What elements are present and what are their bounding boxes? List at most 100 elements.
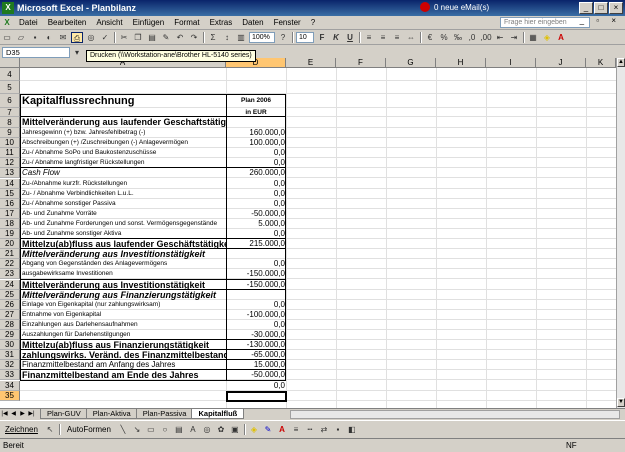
line-color-icon[interactable]: ✎ <box>262 424 274 435</box>
row-header[interactable]: 17 <box>0 208 20 219</box>
currency-icon[interactable]: € <box>424 32 436 43</box>
align-left-icon[interactable]: ≡ <box>363 32 375 43</box>
worksheet-grid[interactable]: 4 5 6 Kapitalflussrechnung Plan 2006 7 in EUR 8… <box>0 68 616 408</box>
increase-indent-icon[interactable]: ⇥ <box>508 32 520 43</box>
line-style-icon[interactable]: ≡ <box>290 424 302 435</box>
help-search-input[interactable]: Frage hier eingeben <box>500 17 590 28</box>
row-header[interactable]: 21 <box>0 249 20 260</box>
oval-icon[interactable]: ○ <box>159 424 171 435</box>
mail-notification[interactable]: 0 neue eMail(s) <box>420 2 489 12</box>
sheet-tab-kapitalfluss[interactable]: Kapitalfluß <box>191 409 245 419</box>
chart-wizard-icon[interactable]: ▥ <box>235 32 247 43</box>
font-color-icon[interactable]: A <box>555 32 567 43</box>
3d-icon[interactable]: ◧ <box>346 424 358 435</box>
row-header[interactable]: 7 <box>0 108 20 117</box>
row-header[interactable]: 25 <box>0 289 20 300</box>
permission-icon[interactable]: ◐ <box>43 32 55 43</box>
name-box-dropdown-icon[interactable]: ▾ <box>71 47 83 58</box>
last-sheet-icon[interactable]: ▶| <box>27 410 36 419</box>
row-header[interactable]: 28 <box>0 319 20 330</box>
autoshapes-menu[interactable]: AutoFormen <box>62 425 116 434</box>
maximize-button[interactable]: □ <box>594 2 608 14</box>
dash-style-icon[interactable]: ┅ <box>304 424 316 435</box>
menu-daten[interactable]: Daten <box>237 18 268 27</box>
row-header[interactable]: 8 <box>0 117 20 128</box>
align-right-icon[interactable]: ≡ <box>391 32 403 43</box>
spellcheck-icon[interactable]: ✓ <box>99 32 111 43</box>
workbook-window-controls[interactable]: _ ▫ × <box>580 16 621 25</box>
prev-sheet-icon[interactable]: ◀ <box>9 410 18 419</box>
column-header-f[interactable]: F <box>336 58 386 68</box>
vertical-scrollbar[interactable]: ▲ ▼ <box>616 58 625 408</box>
clipart-icon[interactable]: ✿ <box>215 424 227 435</box>
borders-icon[interactable]: ▦ <box>527 32 539 43</box>
new-icon[interactable]: ▭ <box>1 32 13 43</box>
menu-datei[interactable]: Datei <box>14 18 43 27</box>
decrease-decimal-icon[interactable]: ,00 <box>480 32 492 43</box>
row-header[interactable]: 27 <box>0 309 20 320</box>
menu-fenster[interactable]: Fenster <box>269 18 306 27</box>
merge-center-icon[interactable]: ⇔ <box>405 32 417 43</box>
fill-color-icon[interactable]: ◈ <box>248 424 260 435</box>
scroll-down-arrow[interactable]: ▼ <box>617 398 625 407</box>
workbook-icon[interactable]: X <box>1 17 13 28</box>
row-header[interactable]: 29 <box>0 330 20 341</box>
print-icon[interactable]: ⎙ <box>71 32 83 43</box>
menu-help[interactable]: ? <box>306 18 320 27</box>
column-header-e[interactable]: E <box>286 58 336 68</box>
row-header[interactable]: 9 <box>0 128 20 139</box>
arrow-icon[interactable]: ↘ <box>131 424 143 435</box>
row-header[interactable]: 30 <box>0 340 20 351</box>
row-header[interactable]: 16 <box>0 198 20 209</box>
name-box[interactable]: D35 <box>2 46 70 58</box>
percent-icon[interactable]: % <box>438 32 450 43</box>
menu-ansicht[interactable]: Ansicht <box>91 18 127 27</box>
increase-decimal-icon[interactable]: ,0 <box>466 32 478 43</box>
row-header[interactable]: 23 <box>0 269 20 280</box>
minimize-button[interactable]: _ <box>579 2 593 14</box>
row-header[interactable]: 31 <box>0 350 20 361</box>
row-header[interactable]: 22 <box>0 259 20 270</box>
cut-icon[interactable]: ✂ <box>118 32 130 43</box>
row-header[interactable]: 5 <box>0 81 20 94</box>
font-color-icon[interactable]: A <box>276 424 288 435</box>
row-header[interactable]: 26 <box>0 299 20 310</box>
horizontal-scrollbar[interactable] <box>290 410 620 419</box>
cell-d[interactable]: 0,0 <box>227 381 285 391</box>
picture-icon[interactable]: ▣ <box>229 424 241 435</box>
paste-icon[interactable]: ▤ <box>146 32 158 43</box>
thousands-icon[interactable]: ‰ <box>452 32 464 43</box>
print-preview-icon[interactable]: ◎ <box>85 32 97 43</box>
open-icon[interactable]: ▱ <box>15 32 27 43</box>
font-size-dropdown[interactable]: 10 <box>296 32 314 43</box>
sheet-tab-plan-aktiva[interactable]: Plan-Aktiva <box>85 409 138 419</box>
row-header[interactable]: 11 <box>0 148 20 159</box>
decrease-indent-icon[interactable]: ⇤ <box>494 32 506 43</box>
underline-button[interactable]: U <box>344 32 356 43</box>
save-icon[interactable]: ▪ <box>29 32 41 43</box>
menu-extras[interactable]: Extras <box>205 18 238 27</box>
active-cell-selection[interactable] <box>226 390 287 402</box>
rectangle-icon[interactable]: ▭ <box>145 424 157 435</box>
row-header[interactable]: 4 <box>0 68 20 81</box>
next-sheet-icon[interactable]: ▶ <box>18 410 27 419</box>
bold-button[interactable]: F <box>316 32 328 43</box>
help-icon[interactable]: ? <box>277 32 289 43</box>
row-header[interactable]: 34 <box>0 380 20 391</box>
copy-icon[interactable]: ❐ <box>132 32 144 43</box>
wordart-icon[interactable]: A <box>187 424 199 435</box>
sort-icon[interactable]: ↕ <box>221 32 233 43</box>
close-button[interactable]: × <box>609 2 623 14</box>
sheet-tab-plan-passiva[interactable]: Plan-Passiva <box>135 409 194 419</box>
menu-bearbeiten[interactable]: Bearbeiten <box>43 18 92 27</box>
column-header-k[interactable]: K <box>586 58 616 68</box>
menu-format[interactable]: Format <box>169 18 204 27</box>
column-header-j[interactable]: J <box>536 58 586 68</box>
row-header[interactable]: 20 <box>0 239 20 250</box>
column-header-g[interactable]: G <box>386 58 436 68</box>
select-all-corner[interactable] <box>0 58 20 68</box>
format-painter-icon[interactable]: ✎ <box>160 32 172 43</box>
select-objects-icon[interactable]: ↖ <box>44 424 56 435</box>
row-header[interactable]: 19 <box>0 229 20 240</box>
row-header[interactable]: 15 <box>0 188 20 199</box>
